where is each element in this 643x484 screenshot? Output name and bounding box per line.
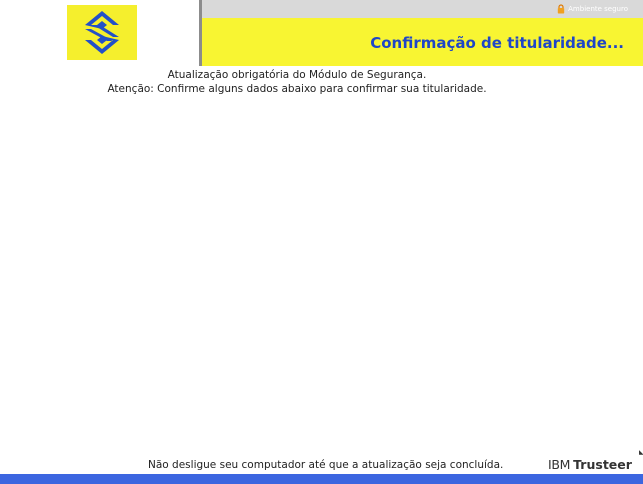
- header: Ambiente seguro Confirmação de titularid…: [0, 0, 643, 66]
- brand-name: Trusteer: [573, 457, 632, 472]
- vendor-brand: IBM Trusteer: [548, 457, 632, 472]
- footer-notice: Não desligue seu computador até que a at…: [148, 459, 504, 471]
- page: Ambiente seguro Confirmação de titularid…: [0, 0, 643, 484]
- brand-prefix: IBM: [548, 457, 571, 472]
- corner-mark: ◣: [639, 449, 643, 456]
- secure-label: Ambiente seguro: [568, 5, 628, 13]
- page-title: Confirmação de titularidade...: [370, 34, 624, 52]
- lock-icon: [557, 4, 565, 14]
- attention-message: Atenção: Confirme alguns dados abaixo pa…: [107, 83, 487, 95]
- update-message: Atualização obrigatória do Módulo de Seg…: [167, 69, 427, 81]
- secure-indicator: Ambiente seguro: [557, 4, 628, 14]
- secure-bar: Ambiente seguro: [202, 0, 643, 18]
- bank-logo: [67, 5, 137, 60]
- title-bar: Confirmação de titularidade...: [202, 18, 643, 66]
- bank-logo-icon: [85, 11, 119, 54]
- bottom-bar: [0, 474, 643, 484]
